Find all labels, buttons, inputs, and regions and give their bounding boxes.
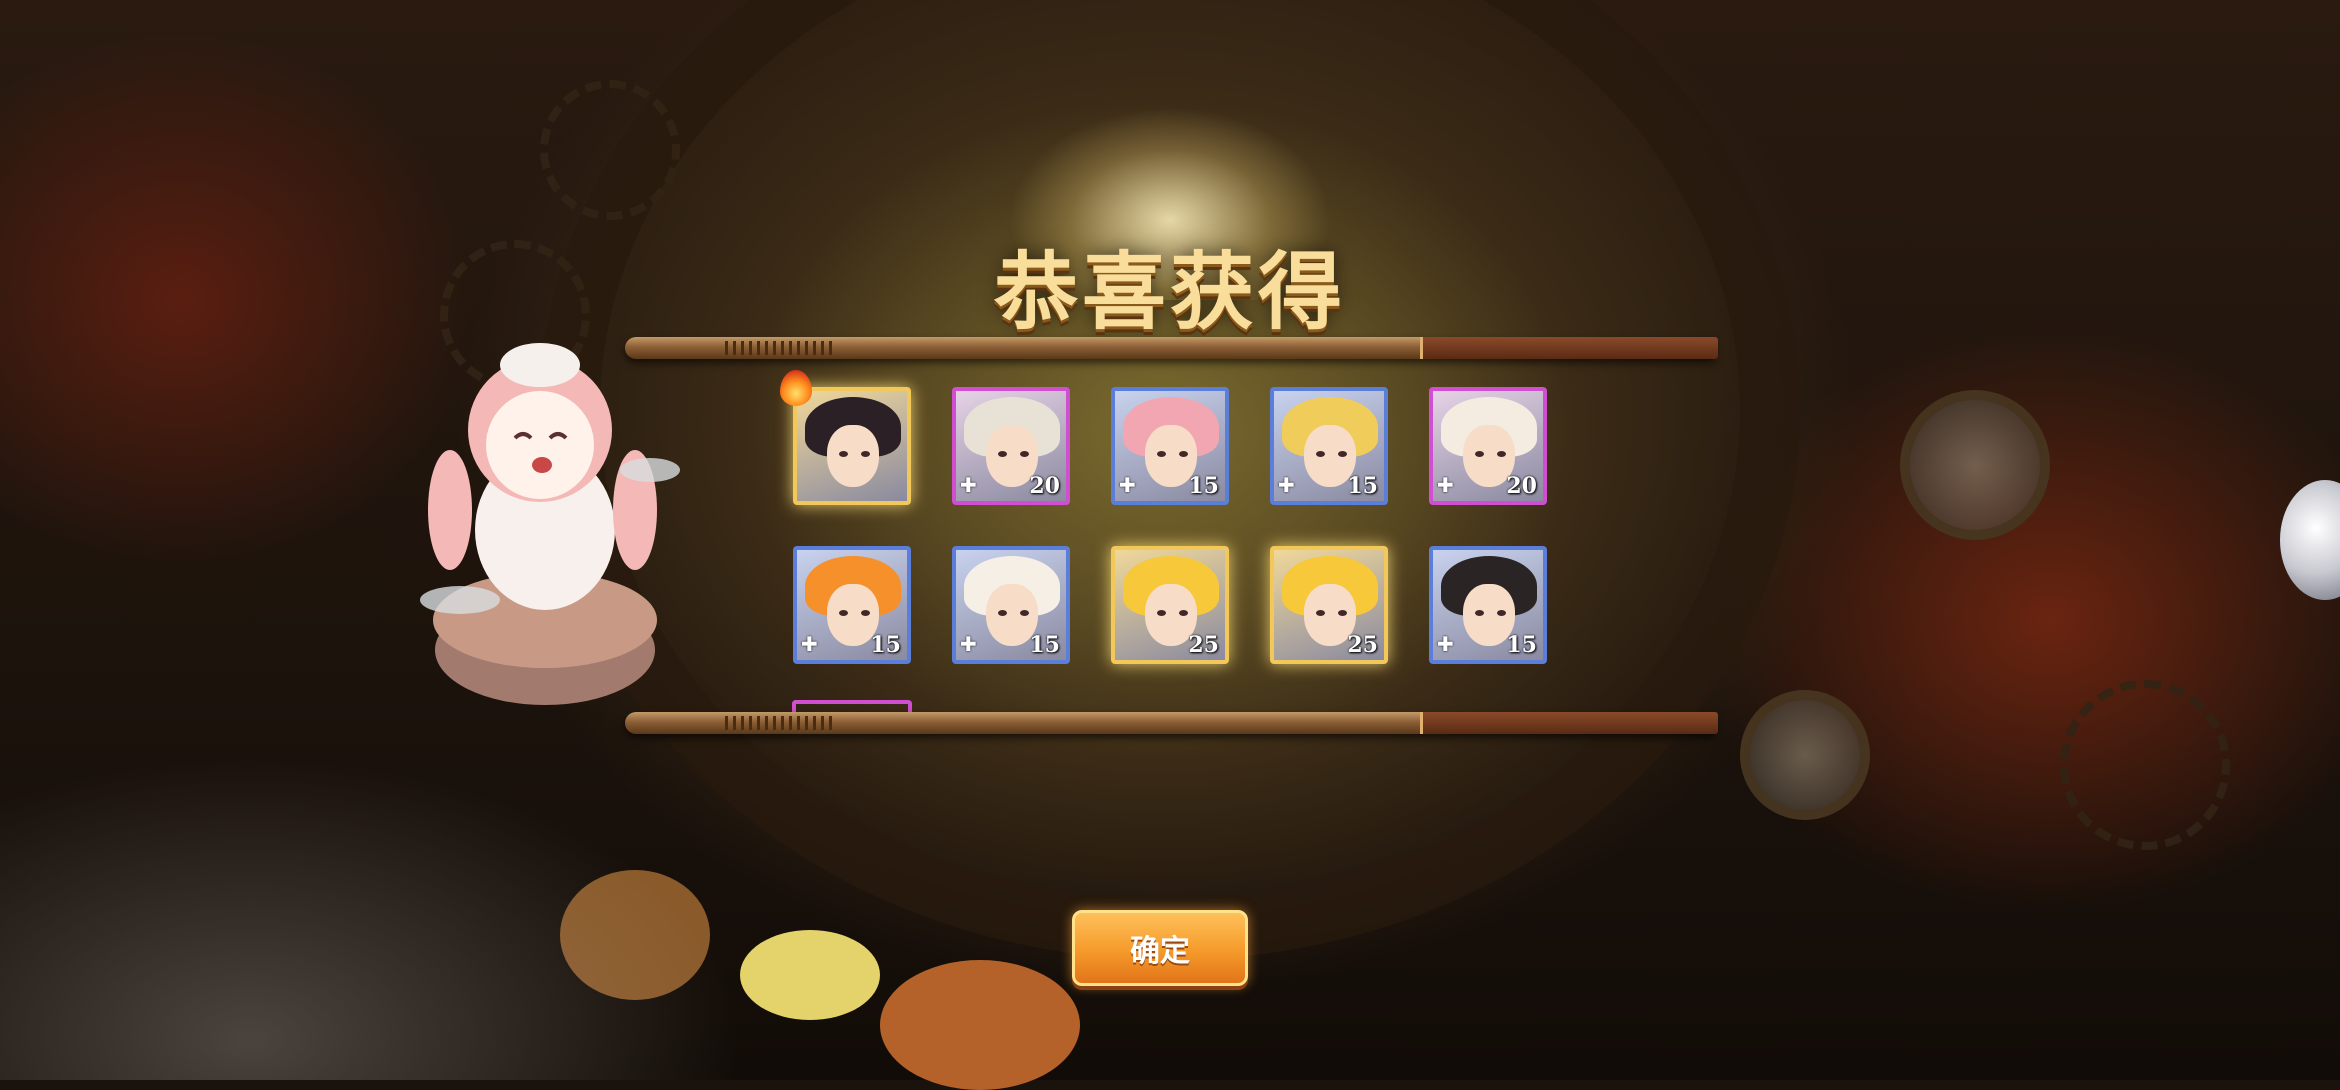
reward-card[interactable]: ✚ 15 <box>1429 546 1547 664</box>
reward-count: 15 <box>870 632 901 658</box>
puzzle-piece-icon: ✚ <box>960 632 977 656</box>
puzzle-piece-icon: ✚ <box>1278 473 1295 497</box>
reward-title: 恭喜获得 <box>993 242 1346 341</box>
reward-count: 25 <box>1347 632 1378 658</box>
clock-decoration <box>1900 390 2050 540</box>
fire-icon <box>780 370 812 406</box>
bottom-chopstick-divider <box>625 712 1718 734</box>
reward-card[interactable]: 25 <box>1111 546 1229 664</box>
reward-count: 15 <box>1188 473 1219 499</box>
mascot-bun-cap <box>500 343 580 387</box>
mascot-character <box>420 343 680 705</box>
reward-card[interactable]: ✚ 15 <box>1270 387 1388 505</box>
steam-cloud <box>420 586 500 614</box>
mascot-pigtail-left <box>428 450 472 570</box>
reward-count: 25 <box>1188 632 1219 658</box>
reward-card[interactable] <box>793 387 911 505</box>
clock-decoration <box>1740 690 1870 820</box>
mascot-face <box>486 391 594 499</box>
mascot-mouth <box>532 457 552 473</box>
reward-card[interactable]: ✚ 15 <box>1111 387 1229 505</box>
character-portrait <box>797 391 907 501</box>
puzzle-piece-icon: ✚ <box>960 473 977 497</box>
reward-card[interactable]: ✚ 20 <box>952 387 1070 505</box>
puzzle-piece-icon: ✚ <box>801 632 818 656</box>
reward-count: 15 <box>1506 632 1537 658</box>
reward-count: 20 <box>1506 473 1537 499</box>
reward-card[interactable]: ✚ 15 <box>793 546 911 664</box>
reward-card[interactable]: ✚ 15 <box>952 546 1070 664</box>
puzzle-piece-icon: ✚ <box>1119 473 1136 497</box>
gear-icon <box>540 80 680 220</box>
reward-card[interactable]: 25 <box>1270 546 1388 664</box>
puzzle-piece-icon: ✚ <box>1437 632 1454 656</box>
reward-count: 15 <box>1029 632 1060 658</box>
confirm-button[interactable]: 确定 <box>1072 910 1248 986</box>
puzzle-piece-icon: ✚ <box>1437 473 1454 497</box>
top-chopstick-divider <box>625 337 1718 359</box>
reward-card[interactable]: ✚ 20 <box>1429 387 1547 505</box>
reward-count: 20 <box>1029 473 1060 499</box>
steam-cloud <box>620 458 680 482</box>
gear-icon <box>2060 680 2230 850</box>
reward-count: 15 <box>1347 473 1378 499</box>
